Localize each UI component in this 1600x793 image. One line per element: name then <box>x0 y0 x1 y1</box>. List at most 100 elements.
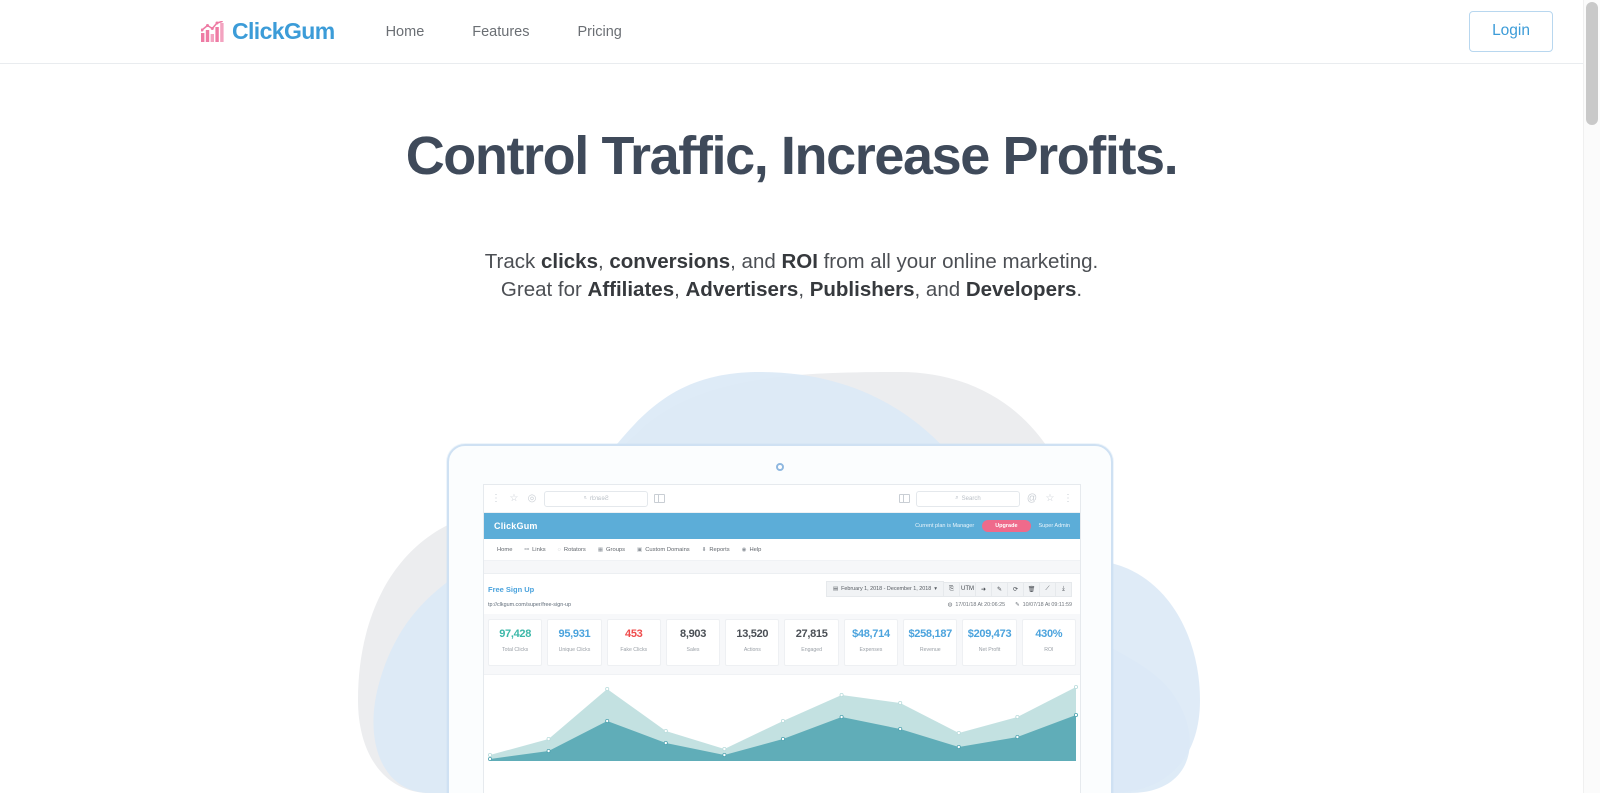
created-at: ◍ 17/01/18 At 20:06:25 <box>948 602 1005 608</box>
navbar: ClickGum Home Features Pricing Login <box>0 0 1583 64</box>
upgrade-button[interactable]: Upgrade <box>982 520 1031 532</box>
pencil-icon[interactable]: ✎ <box>992 581 1008 597</box>
chart-point <box>956 730 961 735</box>
sidebar-toggle-icon-right[interactable] <box>899 494 910 503</box>
stat-label: ROI <box>1044 647 1054 653</box>
at-icon[interactable]: @ <box>1026 493 1038 504</box>
hero-subtitle-line-1: Track clicks, conversions, and ROI from … <box>484 250 1099 274</box>
kebab-menu-icon[interactable]: ⋮ <box>490 493 502 504</box>
chart-point <box>546 748 551 753</box>
stat-label: Total Clicks <box>502 647 529 653</box>
chart-point <box>839 692 844 697</box>
chart-point <box>488 752 493 757</box>
stat-label: Engaged <box>801 647 823 653</box>
chart-icon[interactable]: ⟋ <box>1040 581 1056 597</box>
search-placeholder-right: Search <box>961 495 981 502</box>
link-url[interactable]: tp://clkgum.com/super/free-sign-up <box>488 602 571 608</box>
app-nav-label-links: Links <box>532 546 546 553</box>
stat-label: Unique Clicks <box>558 647 591 653</box>
chart-svg <box>488 684 1079 761</box>
app-nav-item-help[interactable]: ◉ Help <box>742 547 762 553</box>
kebab-menu-icon-right[interactable]: ⋮ <box>1062 493 1074 504</box>
download-icon-toolbar[interactable]: ⤓ <box>1056 581 1072 597</box>
nav-item-home[interactable]: Home <box>362 16 449 48</box>
chart-point <box>839 714 844 719</box>
target-icon[interactable]: ◎ <box>526 493 538 504</box>
app-nav-item-rotators[interactable]: ◌ Rotators <box>558 547 586 553</box>
search-icon: ⌕ <box>583 495 587 501</box>
groups-icon: ▦ <box>597 546 604 553</box>
arrow-right-icon[interactable]: ➜ <box>976 581 992 597</box>
search-input[interactable]: ⌕ Search <box>916 490 1020 507</box>
help-icon: ◉ <box>741 546 747 553</box>
sidebar-toggle-icon[interactable] <box>654 494 665 503</box>
stat-value: 430% <box>1035 628 1063 640</box>
nav-item-features[interactable]: Features <box>448 16 553 48</box>
date-range-picker[interactable]: ▤ February 1, 2018 - December 1, 2018 ▾ <box>825 581 944 597</box>
stat-card-roi: 430% ROI <box>1021 619 1076 666</box>
app-nav-item-groups[interactable]: ▦ Groups <box>598 547 625 553</box>
stat-value: 13,520 <box>736 628 769 640</box>
app-nav-item-links[interactable]: ⚯ Links <box>524 547 545 553</box>
login-button[interactable]: Login <box>1469 11 1553 52</box>
stat-card-expenses: $48,714 Expenses <box>843 619 899 666</box>
refresh-icon[interactable]: ⟳ <box>1008 581 1024 597</box>
stat-card-actions: 13,520 Actions <box>725 619 780 666</box>
chart-point <box>546 736 551 741</box>
chart-point <box>1074 684 1079 689</box>
app-nav-label-groups: Groups <box>606 546 626 553</box>
scrollbar-thumb[interactable] <box>1586 2 1598 125</box>
search-placeholder-left: Search <box>589 495 609 502</box>
star-icon[interactable]: ☆ <box>508 493 520 504</box>
stat-card-unique-clicks: 95,931 Unique Clicks <box>547 619 602 666</box>
app-nav-item-home[interactable]: Home <box>494 547 512 553</box>
tablet-screen: ⋮ ☆ ◎ Search ⌕ ⌕ Search @ ☆ ⋮ ClickGum C… <box>483 484 1081 793</box>
stat-value: 97,428 <box>499 628 532 640</box>
stat-label: Revenue <box>919 647 941 653</box>
chart-point <box>956 744 961 749</box>
chart-point <box>1015 734 1020 739</box>
pencil-icon-small: ✎ <box>1015 602 1020 608</box>
app-nav-label-home: Home <box>497 546 513 553</box>
stat-card-revenue: $258,187 Revenue <box>903 619 958 666</box>
browser-chrome: ⋮ ☆ ◎ Search ⌕ ⌕ Search @ ☆ ⋮ <box>484 485 1080 513</box>
utm-button[interactable]: UTM <box>960 581 976 597</box>
stat-card-net-profit: $209,473 Net Profit <box>962 619 1017 666</box>
stat-value: $209,473 <box>967 628 1012 640</box>
link-toolbar: ▤ February 1, 2018 - December 1, 2018 ▾ … <box>825 581 1072 597</box>
stat-card-sales: 8,903 Sales <box>665 619 721 666</box>
app-logo: ClickGum <box>494 521 538 531</box>
link-icon: ⚯ <box>524 546 530 553</box>
app-nav-label-custom-domains: Custom Domains <box>645 546 690 553</box>
app-nav-label-help: Help <box>749 546 762 553</box>
stat-label: Expenses <box>859 647 883 653</box>
stat-card-fake-clicks: 453 Fake Clicks <box>606 619 661 666</box>
app-nav-label-rotators: Rotators <box>563 546 586 553</box>
search-input-mirrored[interactable]: Search ⌕ <box>544 490 648 507</box>
chart-point <box>722 746 727 751</box>
star-icon-right[interactable]: ☆ <box>1044 493 1056 504</box>
stats-row: 97,428 Total Clicks 95,931 Unique Clicks… <box>484 614 1080 674</box>
scrollbar[interactable] <box>1583 0 1600 793</box>
stat-value: $258,187 <box>908 628 952 640</box>
hero-subtitle-line-2: Great for Affiliates, Advertisers, Publi… <box>500 277 1083 301</box>
app-breadcrumb-strip <box>484 561 1080 574</box>
chart-point <box>722 752 727 757</box>
chart-point <box>663 728 668 733</box>
brand-logo[interactable]: ClickGum <box>201 20 335 43</box>
link-header-row: Free Sign Up ▤ February 1, 2018 - Decemb… <box>484 574 1080 599</box>
tablet-mockup: ⋮ ☆ ◎ Search ⌕ ⌕ Search @ ☆ ⋮ ClickGum C… <box>447 444 1113 793</box>
stat-label: Net Profit <box>978 647 1001 653</box>
stat-value: 27,815 <box>795 628 828 640</box>
download-icon: ⬇ <box>701 546 707 553</box>
rotate-icon: ◌ <box>557 546 561 553</box>
app-nav-item-custom-domains[interactable]: ▣ Custom Domains <box>637 547 690 553</box>
copy-icon[interactable]: ⎘ <box>944 581 960 597</box>
app-nav-item-reports[interactable]: ⬇ Reports <box>702 547 730 553</box>
hero-subtitle: Track clicks, conversions, and ROI from … <box>0 248 1583 302</box>
link-title[interactable]: Free Sign Up <box>488 585 534 594</box>
nav-item-pricing[interactable]: Pricing <box>554 16 646 48</box>
camera-icon <box>776 463 784 471</box>
stat-card-total-clicks: 97,428 Total Clicks <box>488 619 543 666</box>
trash-icon[interactable]: 🗑 <box>1024 581 1040 597</box>
